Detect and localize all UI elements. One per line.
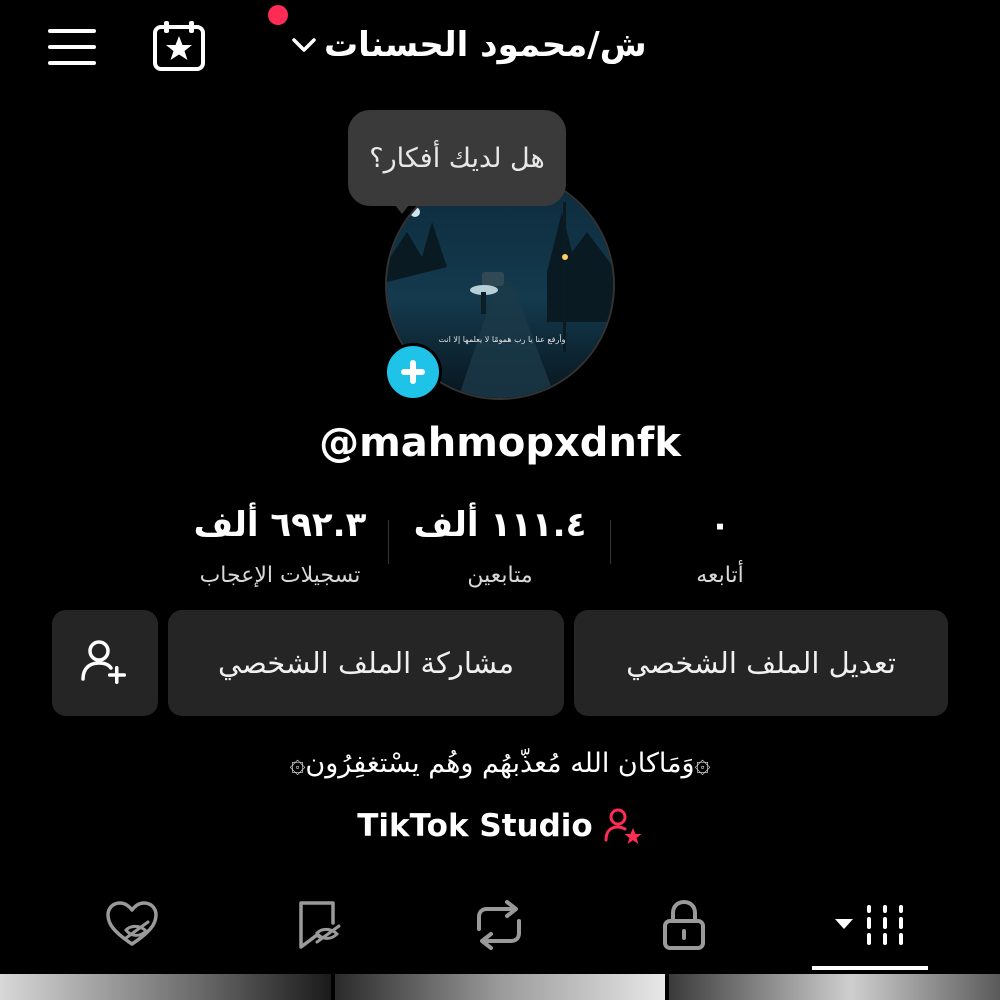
repost-icon <box>477 900 521 950</box>
followers-label: متابعين <box>467 563 533 588</box>
tiktok-studio-link[interactable]: TikTok Studio <box>0 806 1000 846</box>
active-tab-indicator <box>812 966 928 970</box>
stat-divider <box>388 520 389 564</box>
hamburger-menu-icon[interactable] <box>48 28 96 66</box>
video-thumbnail[interactable] <box>334 974 666 1000</box>
edit-profile-label: تعديل الملف الشخصي <box>626 646 896 680</box>
tab-private[interactable] <box>649 895 719 955</box>
idea-bubble-text: هل لديك أفكار؟ <box>369 142 545 174</box>
lock-icon <box>663 899 705 950</box>
notification-dot <box>268 5 288 25</box>
following-count: ٠ <box>709 505 731 545</box>
liked-hidden-icon <box>106 901 158 946</box>
svg-text:وأرفع عنا يا رب همومًا لا يعلم: وأرفع عنا يا رب همومًا لا يعلمها إلا انت <box>439 334 566 345</box>
idea-bubble[interactable]: هل لديك أفكار؟ <box>348 110 566 206</box>
following-stat[interactable]: ٠ أتابعه <box>620 505 820 588</box>
bio-text: ۞وَمَاكان الله مُعذّبهُم وهُم يسْتغفِرُو… <box>289 748 711 779</box>
following-label: أتابعه <box>696 563 744 588</box>
plus-icon <box>401 360 425 384</box>
likes-stat[interactable]: ٦٩٢.٣ ألف تسجيلات الإعجاب <box>170 505 390 588</box>
share-profile-label: مشاركة الملف الشخصي <box>217 646 515 680</box>
calendar-star-icon[interactable] <box>152 20 206 72</box>
account-switcher[interactable]: ش/محمود الحسنات <box>290 20 647 70</box>
tiktok-studio-label: TikTok Studio <box>357 808 593 844</box>
tab-favorites[interactable] <box>283 895 353 955</box>
username: @mahmopxdnfk <box>319 420 681 466</box>
add-friend-button[interactable] <box>52 610 158 716</box>
tab-reposts[interactable] <box>464 895 534 955</box>
stat-divider <box>610 520 611 564</box>
chevron-down-icon <box>292 38 316 52</box>
add-user-icon <box>81 640 126 684</box>
profile-title: ش/محمود الحسنات <box>324 25 647 65</box>
user-star-icon <box>604 808 642 844</box>
video-thumbnail[interactable] <box>669 974 1000 1000</box>
tab-liked[interactable] <box>97 895 167 955</box>
video-grid <box>0 974 1000 1000</box>
followers-count: ١١١.٤ ألف <box>413 505 587 545</box>
bookmark-hidden-icon <box>299 901 341 949</box>
video-thumbnail[interactable] <box>0 974 331 1000</box>
likes-count: ٦٩٢.٣ ألف <box>193 505 367 545</box>
share-profile-button[interactable]: مشاركة الملف الشخصي <box>168 610 564 716</box>
add-story-button[interactable] <box>384 343 442 401</box>
idea-bubble-tail <box>388 196 416 214</box>
tab-videos[interactable] <box>828 895 918 955</box>
likes-label: تسجيلات الإعجاب <box>199 563 361 588</box>
edit-profile-button[interactable]: تعديل الملف الشخصي <box>574 610 948 716</box>
video-grid-icon <box>835 905 903 945</box>
followers-stat[interactable]: ١١١.٤ ألف متابعين <box>400 505 600 588</box>
